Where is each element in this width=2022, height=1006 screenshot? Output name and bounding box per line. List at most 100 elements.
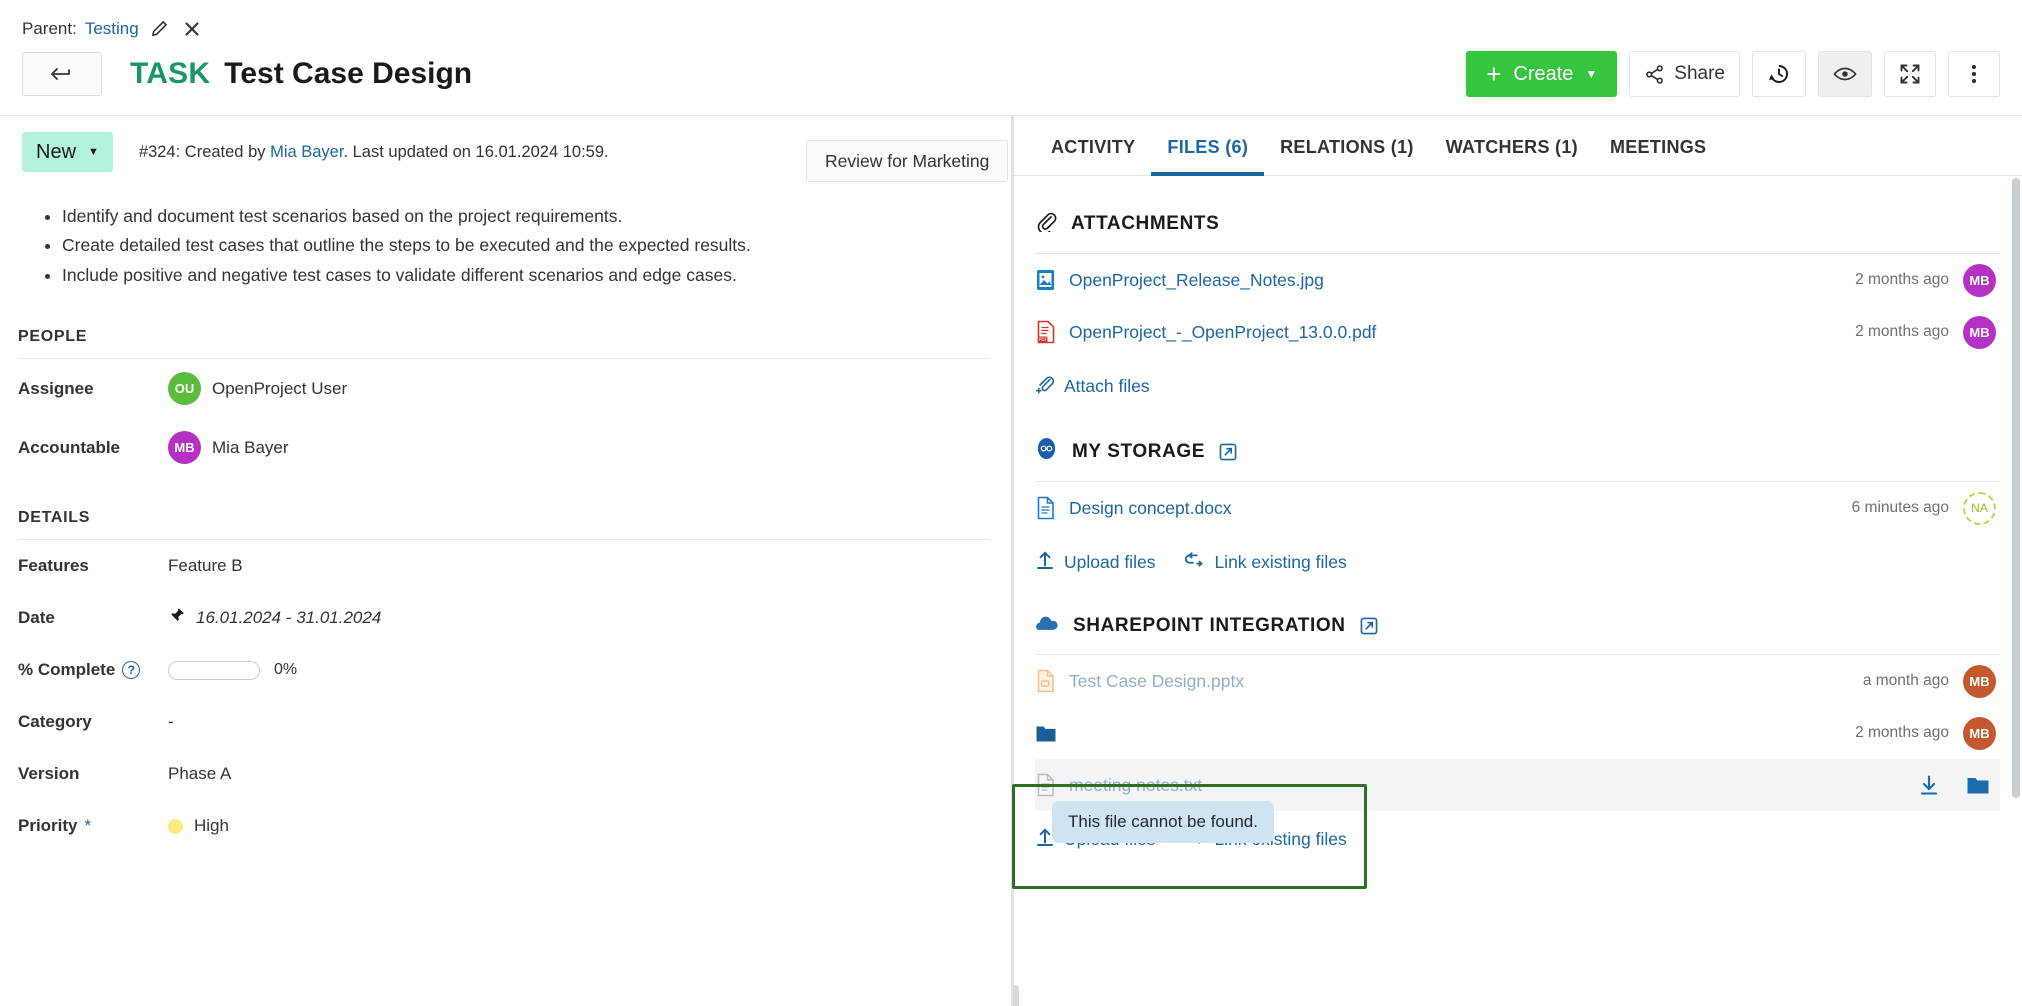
date-value: 16.01.2024 - 31.01.2024 <box>196 608 381 628</box>
sharepoint-file-link[interactable]: Test Case Design.pptx <box>1069 671 1244 692</box>
chevron-down-icon: ▼ <box>1585 67 1597 81</box>
activity-history-button[interactable] <box>1752 51 1806 97</box>
create-button[interactable]: + Create ▼ <box>1466 51 1617 97</box>
priority-dot-icon <box>168 819 183 834</box>
section-title-text: ATTACHMENTS <box>1071 213 1219 235</box>
share-button[interactable]: Share <box>1629 51 1740 97</box>
parent-link[interactable]: Testing <box>85 19 139 39</box>
doc-file-icon <box>1035 496 1069 520</box>
open-folder-icon[interactable] <box>1966 775 1990 796</box>
pane-splitter[interactable] <box>1011 115 1014 1006</box>
tab-activity[interactable]: ACTIVITY <box>1035 137 1151 176</box>
attr-label-text: % Complete <box>18 660 115 680</box>
attr-value[interactable]: 16.01.2024 - 31.01.2024 <box>168 607 381 629</box>
attr-assignee: Assignee OU OpenProject User <box>0 359 1012 418</box>
my-storage-actions: Upload files Link existing files <box>1035 534 2000 579</box>
attr-value[interactable]: MB Mia Bayer <box>168 431 289 464</box>
external-link-icon[interactable] <box>1219 443 1237 461</box>
sharepoint-file-link[interactable]: meeting notes.txt <box>1069 775 1202 796</box>
back-button[interactable] <box>22 52 102 96</box>
onedrive-cloud-icon <box>1035 613 1059 639</box>
body-split: New ▼ #324: Created by Mia Bayer. Last u… <box>0 115 2022 1006</box>
review-for-marketing-button[interactable]: Review for Marketing <box>806 140 1008 182</box>
share-icon <box>1644 64 1665 85</box>
work-package-type: TASK <box>130 57 210 91</box>
file-timestamp: 2 months ago <box>1855 271 1949 289</box>
file-meta: a month ago MB <box>1863 665 1996 698</box>
pptx-file-icon <box>1035 669 1069 693</box>
attr-label-text: Priority <box>18 816 78 836</box>
tab-watchers[interactable]: WATCHERS (1) <box>1430 137 1594 176</box>
section-sharepoint-title: SHAREPOINT INTEGRATION <box>1035 613 2000 655</box>
file-meta: 2 months ago MB <box>1855 264 1996 297</box>
attr-version: Version Phase A <box>0 748 1012 800</box>
avatar: MB <box>1963 264 1996 297</box>
link-existing-files-button[interactable]: Link existing files <box>1183 550 1346 575</box>
meta-author-link[interactable]: Mia Bayer <box>270 143 343 161</box>
image-file-icon <box>1035 268 1069 292</box>
status-badge-label: New <box>36 141 76 164</box>
section-attachments: ATTACHMENTS OpenProject_Release_Notes.jp… <box>1035 210 2000 403</box>
meta-suffix: . Last updated on 16.01.2024 10:59. <box>343 143 608 161</box>
attachment-row[interactable]: OpenProject_Release_Notes.jpg 2 months a… <box>1035 254 2000 306</box>
title-bar: TASK Test Case Design + Create ▼ Share <box>0 45 2022 115</box>
attachment-link[interactable]: OpenProject_-_OpenProject_13.0.0.pdf <box>1069 322 1376 343</box>
list-item: Create detailed test cases that outline … <box>62 231 990 260</box>
attr-category: Category - <box>0 696 1012 748</box>
file-timestamp: 6 minutes ago <box>1852 499 1949 517</box>
required-marker: * <box>85 816 92 836</box>
pin-icon <box>168 607 185 629</box>
download-icon[interactable] <box>1918 774 1940 796</box>
attach-files-button[interactable]: Attach files <box>1035 374 1150 399</box>
accountable-name: Mia Bayer <box>212 438 289 458</box>
sharepoint-folder-row[interactable]: 2 months ago MB <box>1035 707 2000 759</box>
tab-files[interactable]: FILES (6) <box>1151 137 1264 176</box>
link-files-icon <box>1183 550 1205 575</box>
tab-meetings[interactable]: MEETINGS <box>1594 137 1722 176</box>
upload-files-button[interactable]: Upload files <box>1035 550 1155 575</box>
external-link-icon[interactable] <box>1360 617 1378 635</box>
help-icon[interactable]: ? <box>122 661 140 679</box>
attr-value[interactable]: OU OpenProject User <box>168 372 347 405</box>
tab-relations[interactable]: RELATIONS (1) <box>1264 137 1430 176</box>
pane-splitter-grip[interactable] <box>1013 985 1019 1006</box>
work-package-meta: #324: Created by Mia Bayer. Last updated… <box>139 143 609 162</box>
attr-accountable: Accountable MB Mia Bayer <box>0 418 1012 477</box>
storage-file-link[interactable]: Design concept.docx <box>1069 498 1231 519</box>
meta-prefix: #324: Created by <box>139 143 270 161</box>
attr-label: Priority * <box>18 816 168 836</box>
close-icon[interactable] <box>180 19 204 39</box>
tab-strip: ACTIVITY FILES (6) RELATIONS (1) WATCHER… <box>1013 116 2022 176</box>
avatar: MB <box>1963 316 1996 349</box>
attr-value[interactable]: Phase A <box>168 764 231 784</box>
status-badge[interactable]: New ▼ <box>22 132 113 172</box>
share-button-label: Share <box>1674 63 1725 85</box>
files-scrollbar[interactable] <box>2012 178 2020 1004</box>
attr-value[interactable]: High <box>168 816 229 836</box>
create-button-label: Create <box>1513 63 1573 86</box>
attachment-row[interactable]: PDF OpenProject_-_OpenProject_13.0.0.pdf… <box>1035 306 2000 358</box>
section-attachments-title: ATTACHMENTS <box>1035 210 2000 254</box>
attr-value[interactable]: Feature B <box>168 556 243 576</box>
attr-value[interactable]: 0% <box>168 661 297 680</box>
file-timestamp: a month ago <box>1863 672 1949 690</box>
fullscreen-button[interactable] <box>1884 51 1936 97</box>
pencil-icon[interactable] <box>147 18 172 39</box>
more-options-button[interactable] <box>1948 51 2000 97</box>
row-actions <box>1918 774 1996 796</box>
attr-label: Date <box>18 608 168 628</box>
description: Identify and document test scenarios bas… <box>0 184 1012 296</box>
progress-bar[interactable]: 0% <box>168 661 297 680</box>
tooltip-file-not-found: This file cannot be found. <box>1052 801 1274 843</box>
eye-icon <box>1833 64 1857 84</box>
file-timestamp: 2 months ago <box>1855 724 1949 742</box>
txt-file-icon <box>1035 773 1069 797</box>
watch-button[interactable] <box>1818 51 1872 97</box>
file-meta: 2 months ago MB <box>1855 316 1996 349</box>
attr-value[interactable]: - <box>168 712 174 732</box>
section-my-storage: MY STORAGE <box>1035 437 2000 579</box>
storage-file-row[interactable]: Design concept.docx 6 minutes ago NA <box>1035 482 2000 534</box>
attachment-link[interactable]: OpenProject_Release_Notes.jpg <box>1069 270 1324 291</box>
sharepoint-file-row[interactable]: Test Case Design.pptx a month ago MB <box>1035 655 2000 707</box>
file-timestamp: 2 months ago <box>1855 323 1949 341</box>
